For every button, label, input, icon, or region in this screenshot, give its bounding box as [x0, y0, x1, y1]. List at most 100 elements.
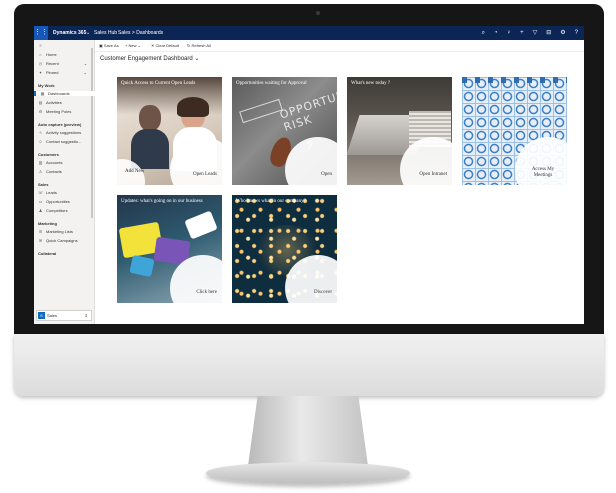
area-avatar: S	[38, 312, 45, 319]
list-icon: ☰	[38, 229, 43, 234]
hamburger-menu[interactable]: ≡	[38, 43, 43, 48]
area-switcher[interactable]: S Sales ⇕	[36, 310, 92, 321]
plus-icon[interactable]: +	[520, 26, 524, 40]
gear-icon[interactable]: ⚙	[560, 26, 565, 40]
nav-item-recent[interactable]: ◷ Recent ⌄	[38, 61, 87, 66]
speech-bubble-blue	[129, 254, 155, 278]
open-opportunities-link[interactable]: Open	[321, 172, 332, 177]
nav-item-label: Leads	[46, 190, 57, 195]
nav-section-collateral: Collateral	[38, 251, 57, 256]
chalk-words: OPPORTUNITY RISK	[278, 82, 337, 134]
camera-dot	[316, 11, 320, 15]
nav-item-label: Recent	[46, 61, 59, 66]
refresh-all-button[interactable]: ↻ Refresh All	[187, 40, 211, 51]
nav-item-dashboards[interactable]: ▦ Dashboards	[34, 91, 95, 96]
command-bar: ▣ Save As + New ⌄ ✕ Clear Default ↻ Refr…	[95, 40, 584, 52]
filter-icon[interactable]: ▽	[533, 26, 538, 40]
building-icon: ▥	[38, 160, 43, 165]
tile-open-leads[interactable]: Quick Access to Current Open Leads Add N…	[117, 77, 222, 185]
chevron-down-icon: ⌄	[83, 61, 88, 66]
nav-section-auto-capture: Auto capture (preview)	[38, 122, 82, 127]
tile-meetings[interactable]: Access My Meetings	[462, 77, 567, 185]
app-launcher-icon[interactable]: ⋮⋮	[34, 26, 48, 40]
nav-section-sales: Sales	[38, 182, 49, 187]
top-navigation-bar: ⋮⋮ Dynamics 365 ⌄ Sales Hub Sales > Dash…	[34, 26, 584, 40]
add-new-link[interactable]: Add New	[125, 169, 145, 175]
help-icon[interactable]: ?	[575, 26, 578, 40]
app-name[interactable]: Dynamics 365	[53, 26, 86, 40]
tile-opportunities[interactable]: OPPORTUNITY RISK ? Opportunities waiting…	[232, 77, 337, 185]
refresh-icon: ↻	[187, 43, 191, 48]
chevron-down-icon[interactable]: ⌄	[86, 26, 90, 40]
open-intranet-link[interactable]: Open Intranet	[419, 172, 447, 177]
nav-item-label: Quick Campaigns	[46, 238, 78, 243]
nav-item-label: Activity suggestions	[46, 130, 82, 135]
nav-item-label: Contact suggestio...	[46, 139, 82, 144]
nav-item-quick-campaigns[interactable]: ✉ Quick Campaigns	[38, 238, 78, 243]
nav-item-meeting-poles[interactable]: ⚙ Meeting Poles	[38, 109, 72, 114]
dashboard-selector[interactable]: Customer Engagement Dashboard ⌄	[100, 55, 199, 62]
monitor-stand-base	[206, 462, 410, 484]
nav-item-contacts[interactable]: ♙ Contacts	[38, 169, 62, 174]
dashboard-canvas: Quick Access to Current Open Leads Add N…	[95, 65, 584, 324]
nav-item-label: Activities	[46, 100, 62, 105]
nav-item-activity-suggestions[interactable]: ϟ Activity suggestions	[38, 130, 81, 135]
tile-updates[interactable]: Updates: what's going on in our business…	[117, 195, 222, 303]
person-icon: ♙	[38, 169, 43, 174]
nav-scrollbar[interactable]	[91, 48, 93, 218]
task-icon[interactable]: ◔	[494, 26, 498, 40]
nav-item-pinned[interactable]: ✦ Pinned ⌄	[38, 70, 87, 75]
clear-default-button[interactable]: ✕ Clear Default	[151, 40, 179, 51]
tile-intranet[interactable]: What's new today ? Open Intranet	[347, 77, 452, 185]
new-button[interactable]: + New ⌄	[125, 40, 141, 51]
opportunity-icon: ▭	[38, 199, 43, 204]
nav-section-customers: Customers	[38, 152, 59, 157]
nav-item-label: Opportunities	[46, 199, 70, 204]
nav-item-contact-suggestions[interactable]: ☺ Contact suggestio...	[38, 139, 81, 144]
tile-caption: Quick Access to Current Open Leads	[121, 81, 196, 86]
nav-item-label: Marketing Lists	[46, 229, 73, 234]
nav-section-marketing: Marketing	[38, 221, 57, 226]
chalk-arrow	[239, 98, 283, 124]
nav-item-label: Meeting Poles	[46, 109, 72, 114]
nav-item-marketing-lists[interactable]: ☰ Marketing Lists	[38, 229, 73, 234]
hub-name[interactable]: Sales Hub	[94, 26, 117, 40]
access-meetings-link[interactable]: Access My Meetings	[524, 167, 562, 179]
save-as-button[interactable]: ▣ Save As	[99, 40, 119, 51]
open-leads-link[interactable]: Open Leads	[193, 172, 217, 177]
clear-default-label: Clear Default	[155, 43, 179, 48]
person-photo-left	[139, 105, 161, 131]
save-icon: ▣	[99, 43, 103, 48]
nav-item-opportunities[interactable]: ▭ Opportunities	[38, 199, 70, 204]
nav-item-label: Contacts	[46, 169, 62, 174]
nav-item-home[interactable]: ⌂ Home	[38, 52, 57, 57]
area-label: Sales	[47, 313, 58, 318]
lightbulb-icon[interactable]: ♀	[507, 26, 512, 40]
nav-item-accounts[interactable]: ▥ Accounts	[38, 160, 63, 165]
phone-icon: ☏	[38, 190, 44, 195]
tile-discover[interactable]: Who knows what in our company? Discover	[232, 195, 337, 303]
lightning-icon: ϟ	[39, 130, 42, 135]
chevron-down-icon: ⌄	[83, 70, 87, 75]
click-here-link[interactable]: Click here	[196, 290, 217, 295]
close-icon: ✕	[151, 43, 155, 48]
monitor-stand-neck	[248, 396, 368, 466]
search-icon[interactable]: ⌕	[482, 26, 485, 40]
nav-item-activities[interactable]: ▤ Activities	[38, 100, 62, 105]
discover-link[interactable]: Discover	[314, 290, 332, 295]
person-body-left	[131, 129, 169, 169]
nav-section-my-work: My Work	[38, 83, 55, 88]
dashboard-icon: ▦	[40, 91, 45, 96]
nav-item-label: Home	[46, 52, 57, 57]
assistant-icon[interactable]: ⊟	[546, 26, 551, 40]
nav-item-label: Pinned	[46, 70, 59, 75]
campaign-icon: ✉	[38, 238, 43, 243]
tile-caption: What's new today ?	[351, 81, 391, 86]
nav-item-label: Accounts	[46, 160, 63, 165]
save-as-label: Save As	[103, 43, 119, 48]
nav-item-leads[interactable]: ☏ Leads	[38, 190, 57, 195]
clock-icon: ◷	[38, 61, 43, 66]
breadcrumb[interactable]: Sales > Dashboards	[118, 26, 163, 40]
nav-item-competitors[interactable]: ♟ Competitors	[38, 208, 68, 213]
competitor-icon: ♟	[38, 208, 43, 213]
